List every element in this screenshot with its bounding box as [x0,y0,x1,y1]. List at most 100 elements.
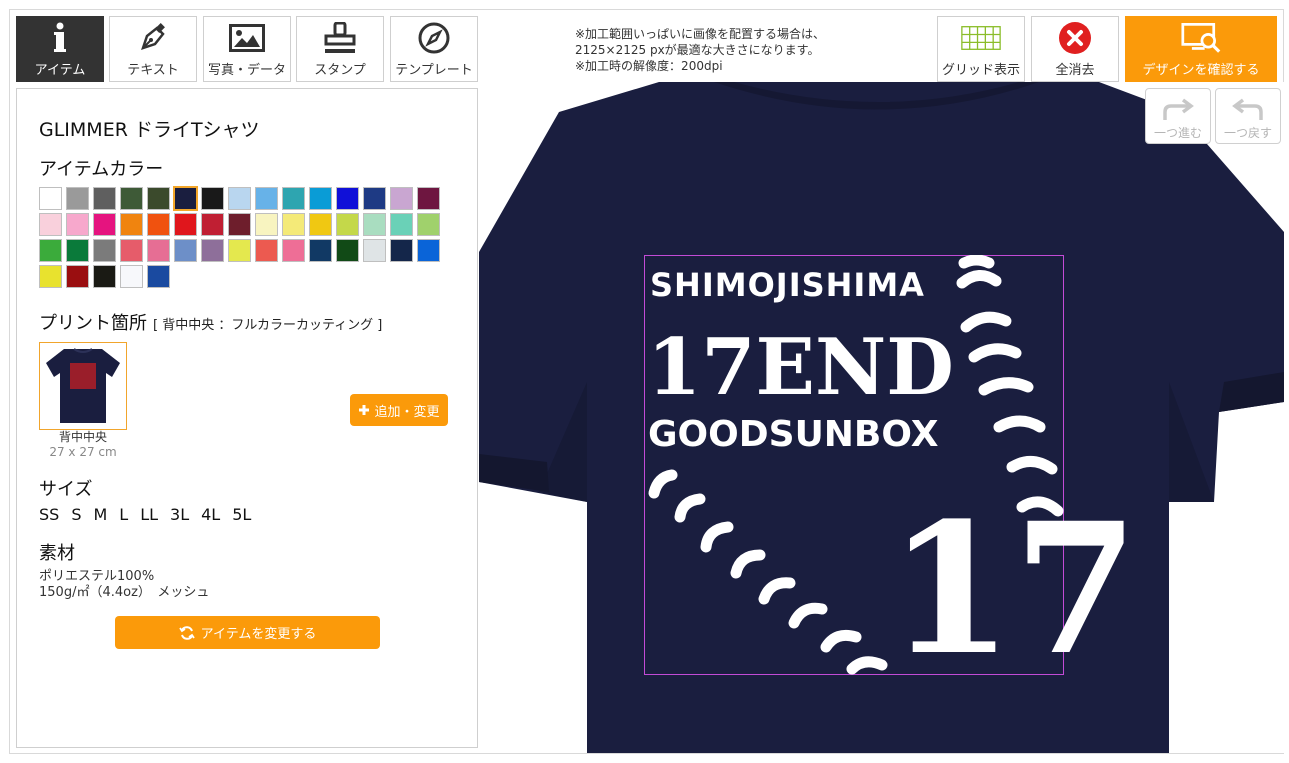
color-swatch[interactable] [309,213,332,236]
color-swatch[interactable] [282,239,305,262]
change-item-label: アイテムを変更する [200,627,317,642]
change-item-button[interactable]: アイテムを変更する [115,616,380,649]
color-swatch[interactable] [363,187,386,210]
color-swatch[interactable] [147,213,170,236]
tool-photo-label: 写真・データ [207,63,286,78]
color-swatch[interactable] [417,239,440,262]
color-swatch[interactable] [147,187,170,210]
color-swatch[interactable] [39,213,62,236]
design-text-line1[interactable]: SHIMOJISHIMA [650,266,925,304]
item-panel: GLIMMER ドライTシャツ アイテムカラー プリント箇所 [ 背中中央 ：フル… [16,88,478,748]
color-swatch[interactable] [417,187,440,210]
redo-button[interactable]: 一つ進む [1145,88,1211,144]
clear-all-button[interactable]: 全消去 [1031,16,1119,82]
color-swatch[interactable] [255,239,278,262]
color-swatch[interactable] [39,265,62,288]
color-swatch[interactable] [255,213,278,236]
color-swatch[interactable] [228,187,251,210]
notice-line-2: 2125×2125 pxが最適な大きさになります。 [575,43,820,57]
color-swatch[interactable] [66,213,89,236]
color-swatch[interactable] [147,239,170,262]
color-swatch[interactable] [201,187,224,210]
color-swatch[interactable] [228,239,251,262]
color-swatch[interactable] [174,239,197,262]
color-swatch[interactable] [282,187,305,210]
size-option: M [93,505,108,524]
color-swatch[interactable] [66,265,89,288]
material-info: ポリエステル100% 150g/㎡（4.4oz） メッシュ [39,569,209,601]
size-heading: サイズ [39,479,93,500]
color-swatch[interactable] [93,213,116,236]
tool-item-button[interactable]: アイテム [16,16,104,82]
pen-icon [133,18,173,58]
color-swatch[interactable] [39,239,62,262]
design-number[interactable]: 17 [888,500,1139,680]
color-swatch[interactable] [147,265,170,288]
size-option: LL [140,505,159,524]
tool-stamp-button[interactable]: スタンプ [296,16,384,82]
info-icon [40,18,80,58]
tool-photo-button[interactable]: 写真・データ [203,16,291,82]
color-swatch[interactable] [417,213,440,236]
color-swatch[interactable] [93,265,116,288]
color-swatch[interactable] [390,187,413,210]
design-text-line3[interactable]: GOODSUNBOX [648,414,938,455]
color-swatch[interactable] [66,239,89,262]
color-swatch[interactable] [336,187,359,210]
confirm-design-label: デザインを確認する [1142,63,1260,78]
print-heading-row: プリント箇所 [ 背中中央 ：フルカラーカッティング ] [39,309,382,335]
notice-line-3: ※加工時の解像度：200dpi [575,59,723,73]
clear-all-label: 全消去 [1055,63,1095,78]
tool-text-label: テキスト [127,63,179,78]
size-option: L [119,505,129,524]
color-swatch[interactable] [120,265,143,288]
color-swatch[interactable] [309,239,332,262]
undo-icon [1232,98,1263,120]
print-location-name: 背中中央 [58,430,107,444]
color-swatch[interactable] [363,239,386,262]
color-swatch[interactable] [39,187,62,210]
design-text-line2[interactable]: 17END [647,322,954,413]
size-option: 3L [170,505,190,524]
color-swatch[interactable] [120,239,143,262]
size-option: 5L [232,505,252,524]
tool-template-button[interactable]: テンプレート [390,16,478,82]
color-swatch[interactable] [173,186,198,211]
size-option: S [71,505,82,524]
color-swatch[interactable] [66,187,89,210]
color-swatch[interactable] [363,213,386,236]
tool-template-label: テンプレート [395,63,473,78]
color-swatch[interactable] [390,213,413,236]
plus-icon [359,405,370,415]
print-method-note: [ 背中中央 ：フルカラーカッティング ] [153,318,383,333]
size-list: SS S M L LL 3L 4L 5L [39,505,251,524]
undo-button[interactable]: 一つ戻す [1215,88,1281,144]
image-icon [227,18,267,58]
color-swatch[interactable] [336,213,359,236]
grid-toggle-label: グリッド表示 [941,63,1020,78]
color-swatch[interactable] [228,213,251,236]
color-swatch[interactable] [201,239,224,262]
color-swatch[interactable] [174,213,197,236]
tool-text-button[interactable]: テキスト [109,16,197,82]
color-swatch[interactable] [282,213,305,236]
color-swatch[interactable] [120,213,143,236]
color-swatch[interactable] [93,239,116,262]
color-swatch[interactable] [336,239,359,262]
color-swatch[interactable] [93,187,116,210]
stamp-icon [320,18,360,58]
material-heading: 素材 [39,543,75,564]
add-change-button[interactable]: 追加・変更 [350,394,448,426]
color-swatch[interactable] [255,187,278,210]
resolution-notice: ※加工範囲いっぱいに画像を配置する場合は、 2125×2125 pxが最適な大き… [575,26,825,74]
material-line-1: ポリエステル100% [39,569,155,584]
confirm-design-button[interactable]: デザインを確認する [1125,16,1277,82]
color-swatch[interactable] [390,239,413,262]
print-location-thumbnail[interactable] [39,342,127,430]
color-swatch[interactable] [309,187,332,210]
grid-toggle-button[interactable]: グリッド表示 [937,16,1025,82]
undo-label: 一つ戻す [1223,126,1272,140]
close-circle-icon [1055,18,1095,58]
color-swatch[interactable] [201,213,224,236]
color-swatch[interactable] [120,187,143,210]
